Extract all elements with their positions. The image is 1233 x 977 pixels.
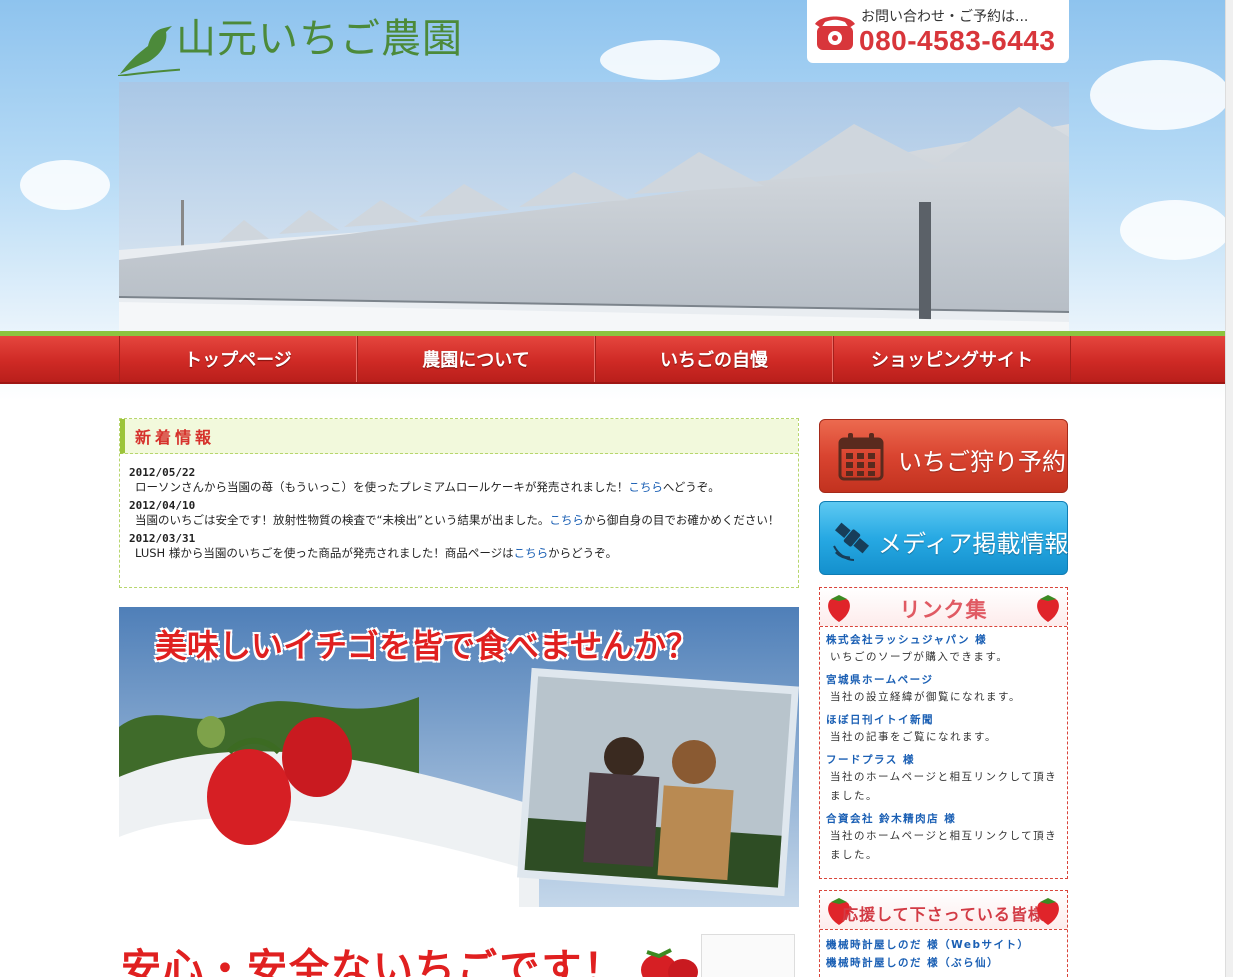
hero-greenhouse-image xyxy=(119,82,1069,332)
media-label: メディア掲載情報 xyxy=(878,530,1069,558)
supporters-section: 応援して下さっている皆様 機械時計屋しのだ 様（Webサイト） 機械時計屋しのだ… xyxy=(819,890,1068,977)
supporter-link[interactable]: 機械時計屋しのだ 様（Webサイト） xyxy=(826,936,1061,954)
logo-text: 山元いちご農園 xyxy=(176,16,463,62)
link-description: 当社のホームページと相互リンクして頂きました。 xyxy=(830,830,1058,861)
satellite-icon xyxy=(833,522,870,561)
telephone-icon xyxy=(815,16,855,50)
link-description: 当社の記事をご覧になれます。 xyxy=(830,731,997,743)
reservation-label: いちご狩り予約 xyxy=(898,448,1066,476)
strawberry-icon xyxy=(1037,595,1059,622)
vertical-scrollbar[interactable] xyxy=(1225,0,1233,977)
news-item: LUSH 様から当園のいちごを使った商品が発売されました！商品ページはこちらから… xyxy=(135,546,618,560)
nav-item-about-farm[interactable]: 農園について xyxy=(357,336,595,382)
strawberry-icon xyxy=(1037,898,1059,925)
link-miyagi-prefecture[interactable]: 宮城県ホームページ xyxy=(826,673,1061,688)
media-coverage-button[interactable]: メディア掲載情報 xyxy=(819,501,1068,575)
news-item: 当園のいちごは安全です！放射性物質の検査で“未検出”という結果が出ました。こちら… xyxy=(135,513,780,527)
site-logo[interactable]: 山元いちご農園 xyxy=(118,4,478,76)
link-food-plus[interactable]: フードプラス 様 xyxy=(826,753,1061,768)
link-description: 当社のホームページと相互リンクして頂きました。 xyxy=(830,771,1058,802)
link-hobonichi[interactable]: ほぼ日刊イトイ新聞 xyxy=(826,713,1061,728)
strawberry-icon xyxy=(641,948,698,977)
news-link[interactable]: こちら xyxy=(514,546,549,560)
supporters-title: 応援して下さっている皆様 xyxy=(842,905,1045,924)
main-navigation: トップページ 農園について いちごの自慢 ショッピングサイト xyxy=(0,336,1226,384)
news-date: 2012/04/10 xyxy=(129,499,196,512)
banner-headline: 美味しいイチゴを皆で食べませんか？ xyxy=(155,627,699,665)
link-lush-japan[interactable]: 株式会社ラッシュジャパン 様 xyxy=(826,633,1061,648)
news-link[interactable]: こちら xyxy=(549,513,584,527)
nav-item-strawberry-pride[interactable]: いちごの自慢 xyxy=(595,336,833,382)
news-link[interactable]: こちら xyxy=(628,480,663,494)
phone-number[interactable]: 080-4583-6443 xyxy=(859,25,1055,57)
link-suzuki-butcher[interactable]: 合資会社 鈴木精肉店 様 xyxy=(826,812,1061,827)
supporter-link[interactable]: 機械時計屋しのだ 様（ぶら仙） xyxy=(826,954,1061,972)
safe-strawberry-banner[interactable]: 安心・安全ないちごです！ xyxy=(119,930,799,977)
nav-item-top[interactable]: トップページ xyxy=(119,336,357,382)
eat-together-banner[interactable]: 美味しいイチゴを皆で食べませんか？ xyxy=(119,607,799,907)
news-date: 2012/05/22 xyxy=(129,466,196,479)
news-section: 新着情報 2012/05/22 ローソンさんから当園の苺（もういっこ）を使ったプ… xyxy=(119,418,799,588)
links-title: リンク集 xyxy=(899,598,988,622)
link-description: 当社の設立経緯が御覧になれます。 xyxy=(830,691,1021,703)
news-title: 新着情報 xyxy=(120,419,798,454)
bird-icon xyxy=(118,26,180,76)
nav-item-shopping[interactable]: ショッピングサイト xyxy=(833,336,1071,382)
strawberry-picking-reservation-button[interactable]: いちご狩り予約 xyxy=(819,419,1068,493)
certificate-thumbnail xyxy=(701,934,795,977)
link-description: いちごのソープが購入できます。 xyxy=(830,651,1009,663)
calendar-icon xyxy=(838,433,884,481)
contact-box: お問い合わせ・ご予約は... 080-4583-6443 xyxy=(807,0,1069,63)
contact-caption: お問い合わせ・ご予約は... xyxy=(861,9,1029,25)
banner-headline: 安心・安全ないちごです！ xyxy=(121,946,626,977)
news-item: ローソンさんから当園の苺（もういっこ）を使ったプレミアムロールケーキが発売されま… xyxy=(135,480,720,494)
news-date: 2012/03/31 xyxy=(129,532,196,545)
links-section: リンク集 株式会社ラッシュジャパン 様 いちごのソープが購入できます。 宮城県ホ… xyxy=(819,587,1068,879)
